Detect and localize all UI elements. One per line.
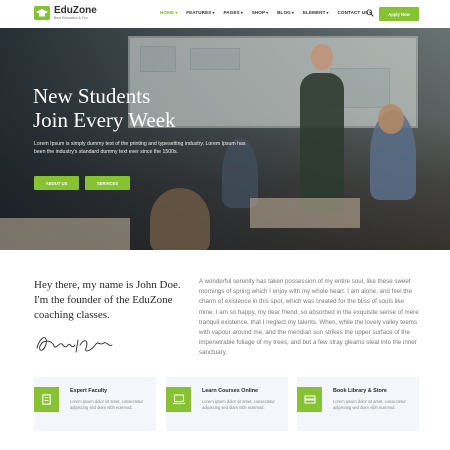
- feature-description: Lorem ipsum dolor sit amet, consectetur …: [70, 399, 143, 411]
- chevron-down-icon: ▾: [291, 11, 294, 15]
- services-button[interactable]: SERVICES: [85, 176, 130, 190]
- chevron-down-icon: ▾: [175, 11, 178, 15]
- feature-description: Lorem ipsum dolor sit amet, consectetur …: [333, 399, 406, 411]
- nav-item-blog[interactable]: BLOG ▾: [277, 10, 294, 15]
- book-icon: [34, 387, 59, 412]
- hero-description: Lorem Ipsum is simply dummy text of the …: [34, 141, 246, 156]
- nav-item-pages[interactable]: PAGES ▾: [223, 10, 242, 15]
- chevron-down-icon: ▾: [266, 11, 269, 15]
- feature-title: Book Library & Store: [333, 388, 387, 394]
- search-icon[interactable]: [366, 9, 374, 17]
- library-icon: [297, 387, 322, 412]
- apply-now-button[interactable]: Apply Now: [379, 7, 419, 21]
- brand-tagline: Best Education & Fun: [54, 16, 88, 20]
- brand-name: EduZone: [54, 5, 97, 16]
- hero-title: New Students Join Every Week: [33, 84, 176, 132]
- nav-item-home[interactable]: HOME ▾: [160, 10, 177, 15]
- feature-card[interactable]: Book Library & Store Lorem ipsum dolor s…: [297, 377, 419, 431]
- chevron-down-icon: ▾: [212, 11, 215, 15]
- feature-title: Learn Courses Online: [202, 388, 259, 394]
- hero-banner: New Students Join Every Week Lorem Ipsum…: [0, 28, 450, 250]
- feature-card[interactable]: Expert Faculty Lorem ipsum dolor sit ame…: [34, 377, 156, 431]
- nav-item-element[interactable]: ELEMENT ▾: [303, 10, 329, 15]
- chevron-down-icon: ▾: [326, 11, 329, 15]
- site-logo[interactable]: EduZone Best Education & Fun: [34, 6, 97, 21]
- feature-card[interactable]: Learn Courses Online Lorem ipsum dolor s…: [166, 377, 288, 431]
- nav-item-features[interactable]: FEATURES ▾: [186, 10, 214, 15]
- main-nav: HOME ▾ FEATURES ▾ PAGES ▾ SHOP ▾ BLOG ▾ ELEME…: [160, 10, 380, 15]
- founder-signature: [36, 337, 113, 353]
- feature-description: Lorem ipsum dolor sit amet, consectetur …: [202, 399, 275, 411]
- about-heading: Hey there, my name is John Doe. I'm the …: [34, 279, 181, 321]
- graduation-cap-icon: [34, 6, 50, 21]
- nav-item-shop[interactable]: SHOP ▾: [252, 10, 268, 15]
- about-us-button[interactable]: ABOUT US: [34, 176, 79, 190]
- laptop-icon: [166, 387, 191, 412]
- feature-title: Expert Faculty: [70, 388, 108, 394]
- site-header: EduZone Best Education & Fun HOME ▾ FEATU…: [0, 0, 450, 28]
- chevron-down-icon: ▾: [240, 11, 243, 15]
- about-paragraph: A wonderful serenity has taken possessio…: [199, 278, 419, 357]
